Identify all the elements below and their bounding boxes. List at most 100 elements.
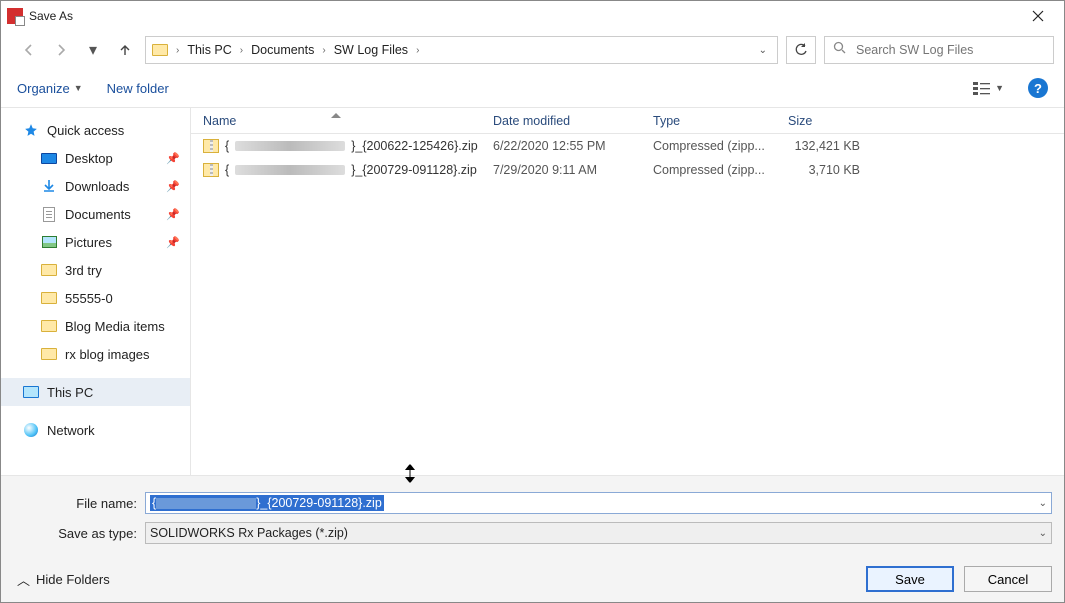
file-date: 6/22/2020 12:55 PM xyxy=(481,139,641,153)
redacted-text xyxy=(235,165,345,175)
sidebar-label: Desktop xyxy=(65,151,113,166)
filename-field[interactable]: {}_{200729-091128}.zip ⌄ xyxy=(145,492,1052,514)
nav-sidebar: Quick access Desktop 📌 Downloads 📌 Documen… xyxy=(1,108,191,475)
column-type[interactable]: Type xyxy=(641,114,776,128)
desktop-icon xyxy=(41,153,57,164)
sidebar-downloads[interactable]: Downloads 📌 xyxy=(1,172,190,200)
file-size: 3,710 KB xyxy=(776,163,876,177)
file-rows: { }_{200622-125426}.zip 6/22/2020 12:55 P… xyxy=(191,134,1064,475)
address-bar[interactable]: › This PC › Documents › SW Log Files › ⌄ xyxy=(145,36,778,64)
nav-row: ▾ › This PC › Documents › SW Log Files ›… xyxy=(1,31,1064,69)
sidebar-label: Network xyxy=(47,423,95,438)
file-date: 7/29/2020 9:11 AM xyxy=(481,163,641,177)
chevron-right-icon: › xyxy=(240,45,243,56)
column-name[interactable]: Name xyxy=(191,114,481,128)
back-button[interactable] xyxy=(17,38,41,62)
search-box[interactable] xyxy=(824,36,1054,64)
sidebar-quick-access[interactable]: Quick access xyxy=(1,116,190,144)
chevron-up-icon: ︿ xyxy=(17,570,30,589)
app-icon xyxy=(7,8,23,24)
up-button[interactable] xyxy=(113,38,137,62)
sidebar-label: rx blog images xyxy=(65,347,150,362)
sidebar-desktop[interactable]: Desktop 📌 xyxy=(1,144,190,172)
details-view-icon xyxy=(973,81,991,95)
view-options-button[interactable]: ▼ xyxy=(973,81,1004,95)
redacted-text xyxy=(235,141,345,151)
chevron-right-icon: › xyxy=(322,45,325,56)
close-button[interactable] xyxy=(1018,1,1058,31)
bottom-panel: File name: {}_{200729-091128}.zip ⌄ Save… xyxy=(1,476,1064,602)
saveastype-label: Save as type: xyxy=(13,526,145,541)
redacted-text xyxy=(156,498,256,509)
saveastype-dropdown[interactable]: ⌄ xyxy=(1039,528,1047,539)
title-bar: Save As xyxy=(1,1,1064,31)
refresh-icon xyxy=(794,43,808,57)
chevron-down-icon: ▼ xyxy=(995,83,1004,93)
arrow-up-icon xyxy=(118,43,132,57)
file-row[interactable]: {}_{200729-091128}.zip 7/29/2020 9:11 AM… xyxy=(191,158,1064,182)
file-name-part: { xyxy=(225,139,229,153)
forward-button[interactable] xyxy=(49,38,73,62)
file-size: 132,421 KB xyxy=(776,139,876,153)
breadcrumb-label: Documents xyxy=(251,43,314,57)
pin-icon: 📌 xyxy=(166,152,180,165)
sidebar-label: Quick access xyxy=(47,123,124,138)
breadcrumb-segment[interactable]: Documents xyxy=(251,43,314,57)
document-icon xyxy=(43,207,55,222)
file-list: Name Date modified Type Size { }_{200622-… xyxy=(191,108,1064,475)
column-size[interactable]: Size xyxy=(776,114,876,128)
cancel-button[interactable]: Cancel xyxy=(964,566,1052,592)
sidebar-label: 55555-0 xyxy=(65,291,113,306)
sidebar-this-pc[interactable]: This PC xyxy=(1,378,190,406)
sidebar-documents[interactable]: Documents 📌 xyxy=(1,200,190,228)
filename-text: }_{200729-091128}.zip xyxy=(256,496,382,510)
address-dropdown[interactable]: ⌄ xyxy=(755,45,771,56)
refresh-button[interactable] xyxy=(786,36,816,64)
file-type: Compressed (zipp... xyxy=(641,163,776,177)
download-icon xyxy=(41,178,57,194)
file-type: Compressed (zipp... xyxy=(641,139,776,153)
file-name-part: }_{200729-091128}.zip xyxy=(351,163,477,177)
column-date[interactable]: Date modified xyxy=(481,114,641,128)
folder-icon xyxy=(152,44,168,56)
breadcrumb-segment[interactable]: This PC xyxy=(187,43,231,57)
zip-icon xyxy=(203,139,219,153)
filename-dropdown[interactable]: ⌄ xyxy=(1039,498,1047,509)
sidebar-folder[interactable]: 3rd try xyxy=(1,256,190,284)
sidebar-network[interactable]: Network xyxy=(1,416,190,444)
main-area: Quick access Desktop 📌 Downloads 📌 Documen… xyxy=(1,107,1064,476)
sidebar-label: Documents xyxy=(65,207,131,222)
pin-icon: 📌 xyxy=(166,180,180,193)
pc-icon xyxy=(23,386,39,398)
chevron-right-icon: › xyxy=(176,45,179,56)
network-icon xyxy=(24,423,38,437)
sidebar-label: Downloads xyxy=(65,179,129,194)
file-row[interactable]: { }_{200622-125426}.zip 6/22/2020 12:55 P… xyxy=(191,134,1064,158)
saveastype-field[interactable]: SOLIDWORKS Rx Packages (*.zip) ⌄ xyxy=(145,522,1052,544)
organize-menu[interactable]: Organize ▼ xyxy=(17,81,83,96)
search-input[interactable] xyxy=(854,42,1045,58)
sidebar-label: This PC xyxy=(47,385,93,400)
command-bar: Organize ▼ New folder ▼ ? xyxy=(1,69,1064,107)
saveastype-value: SOLIDWORKS Rx Packages (*.zip) xyxy=(150,526,348,540)
chevron-right-icon: › xyxy=(416,45,419,56)
sidebar-folder[interactable]: Blog Media items xyxy=(1,312,190,340)
folder-icon xyxy=(41,264,57,276)
sidebar-pictures[interactable]: Pictures📌 xyxy=(1,228,190,256)
sidebar-label: 3rd try xyxy=(65,263,102,278)
star-icon xyxy=(23,122,39,138)
file-name-part: }_{200622-125426}.zip xyxy=(351,139,478,153)
breadcrumb-label: This PC xyxy=(187,43,231,57)
button-row: ︿Hide Folders Save Cancel xyxy=(13,552,1052,592)
breadcrumb-segment[interactable]: SW Log Files xyxy=(334,43,408,57)
close-icon xyxy=(1032,10,1044,22)
hide-folders-button[interactable]: ︿Hide Folders xyxy=(17,570,110,589)
help-button[interactable]: ? xyxy=(1028,78,1048,98)
search-icon xyxy=(833,41,846,59)
sidebar-folder[interactable]: rx blog images xyxy=(1,340,190,368)
recent-dropdown[interactable]: ▾ xyxy=(81,38,105,62)
sidebar-folder[interactable]: 55555-0 xyxy=(1,284,190,312)
new-folder-button[interactable]: New folder xyxy=(107,81,169,96)
pin-icon: 📌 xyxy=(166,208,180,221)
save-button[interactable]: Save xyxy=(866,566,954,592)
